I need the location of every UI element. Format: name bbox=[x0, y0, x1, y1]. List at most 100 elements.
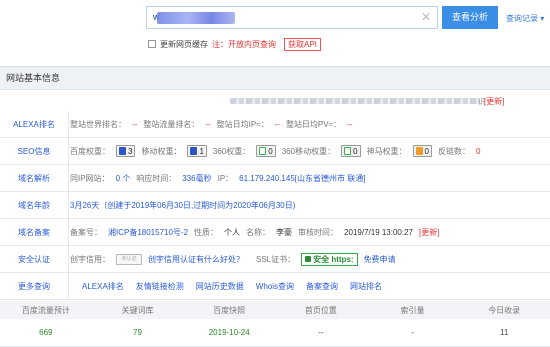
daily-pv-value: -- bbox=[347, 119, 353, 129]
row-security: 安全认证 创宇信用： 未认证 创宇信用认证有什么好处？ SSL证书： 安全 ht… bbox=[0, 246, 550, 273]
update-cache-checkbox[interactable] bbox=[148, 40, 156, 48]
world-rank-value: -- bbox=[132, 119, 138, 129]
table-cell: -- bbox=[318, 328, 324, 337]
same-ip-value[interactable]: 0 个 bbox=[116, 173, 131, 184]
shenma-weight-value: 0 bbox=[424, 146, 429, 156]
baidu-paw-icon bbox=[190, 147, 198, 155]
row-icp: 域名备案 备案号： 湘ICP备18015710号-2 性质： 个人 名称： 李豪… bbox=[0, 219, 550, 246]
baidu-paw-icon bbox=[119, 147, 126, 155]
row-alexa: ALEXA排名 整站世界排名： -- 整站流量排名： -- 整站日均IP≈： -… bbox=[0, 111, 550, 138]
icp-type-key: 性质： bbox=[194, 227, 219, 237]
icp-update-link[interactable]: [更新] bbox=[419, 227, 439, 238]
lock-icon bbox=[305, 256, 312, 262]
search-options: 更新网页缓存 注：开放内页查询 获取API bbox=[148, 37, 321, 51]
traffic-rank-value: -- bbox=[205, 119, 211, 129]
s360-icon bbox=[259, 147, 267, 155]
shenma-weight-badge[interactable]: 0 bbox=[412, 145, 432, 157]
baidu-weight-key: 百度权重： bbox=[70, 146, 110, 156]
backlink-value[interactable]: 0 bbox=[476, 147, 480, 156]
row-domain-age: 域名年龄 3月26天（创建于2019年06月30日,过期时间为2020年06月3… bbox=[0, 192, 550, 219]
column-header: 首页位置 bbox=[304, 305, 337, 315]
record-link-label: 查询记录 bbox=[506, 14, 538, 23]
search-input[interactable]: w ✕ bbox=[146, 6, 438, 29]
column-header: 百度流量预计 bbox=[21, 305, 70, 315]
ssl-apply-link[interactable]: 免费申请 bbox=[364, 254, 396, 265]
s360-weight-key: 360权重： bbox=[212, 146, 251, 156]
ip-key: IP： bbox=[217, 173, 234, 183]
row-label[interactable]: 域名解析 bbox=[0, 165, 68, 191]
close-icon[interactable]: ✕ bbox=[421, 10, 431, 24]
ssl-key: SSL证书： bbox=[256, 254, 296, 264]
column-header: 百度快照 bbox=[213, 305, 246, 315]
table-cell[interactable]: 669 bbox=[0, 319, 92, 346]
row-dns: 域名解析 同IP网站： 0 个 响应时间： 336毫秒 IP： 61.179.2… bbox=[0, 165, 550, 192]
response-time-key: 响应时间： bbox=[136, 173, 177, 183]
icp-time-value: 2019/7/19 13:00:27 bbox=[344, 227, 413, 237]
table-cell[interactable]: 11 bbox=[458, 319, 550, 346]
domain-age-value: 3月26天（创建于2019年06月30日,过期时间为2020年06月30日) bbox=[70, 200, 296, 210]
baidu-weight-badge[interactable]: 3 bbox=[116, 145, 136, 157]
row-label[interactable]: 域名年龄 bbox=[0, 192, 68, 218]
icp-name-value: 李豪 bbox=[276, 227, 293, 237]
more-link-rank[interactable]: 网站排名 bbox=[350, 281, 382, 292]
section-title: 网站基本信息 bbox=[0, 66, 550, 90]
daily-ip-key: 整站日均IP≈： bbox=[216, 119, 269, 129]
row-label[interactable]: SEO信息 bbox=[0, 138, 68, 164]
more-link-whois[interactable]: Whois查询 bbox=[256, 281, 294, 292]
backlink-key: 反链数： bbox=[437, 146, 470, 156]
mobile-weight-value: 1 bbox=[199, 146, 204, 156]
redacted-description bbox=[230, 98, 480, 104]
ssl-badge-label: 安全 https: bbox=[313, 254, 354, 264]
chevron-down-icon: ▾ bbox=[540, 14, 545, 23]
trust-info-link[interactable]: 创宇信用认证有什么好处？ bbox=[148, 254, 244, 265]
mobile-weight-badge[interactable]: 1 bbox=[187, 145, 207, 157]
table-cell[interactable]: 79 bbox=[92, 319, 184, 346]
s360-weight-value: 0 bbox=[268, 146, 273, 156]
ssl-badge[interactable]: 安全 https: bbox=[301, 252, 358, 266]
trust-badge[interactable]: 未认证 bbox=[116, 253, 142, 265]
ip-value[interactable]: 61.179.240.145[山东省德州市 联通] bbox=[239, 173, 365, 184]
more-link-icp[interactable]: 备案查询 bbox=[306, 281, 338, 292]
column-header: 关键词库 bbox=[121, 305, 154, 315]
record-link[interactable]: 查询记录 ▾ bbox=[506, 13, 544, 24]
more-link-history[interactable]: 网站历史数据 bbox=[196, 281, 244, 292]
update-cache-label: 更新网页缓存 bbox=[160, 39, 208, 49]
table-header: 百度流量预计 关键词库 百度快照 首页位置 索引量 今日收录 bbox=[0, 301, 550, 319]
icp-time-key: 审核时间： bbox=[298, 227, 339, 237]
more-link-friendlinks[interactable]: 友情链接检测 bbox=[136, 281, 184, 292]
s360-mobile-weight-badge[interactable]: 0 bbox=[341, 145, 361, 157]
table-cell: - bbox=[411, 328, 414, 337]
more-link-alexa[interactable]: ALEXA排名 bbox=[82, 281, 124, 292]
row-label[interactable]: ALEXA排名 bbox=[0, 111, 68, 137]
icp-number-value[interactable]: 湘ICP备18015710号-2 bbox=[108, 227, 188, 238]
site-description bbox=[230, 96, 480, 106]
search-button[interactable]: 查看分析 bbox=[442, 6, 498, 29]
row-seo: SEO信息 百度权重： 3 移动权重： 1 360权重： 0 360移动权重： … bbox=[0, 138, 550, 165]
trust-key: 创宇信用： bbox=[70, 254, 110, 264]
s360-weight-badge[interactable]: 0 bbox=[256, 145, 276, 157]
icp-number-key: 备案号： bbox=[70, 227, 102, 237]
options-note: 注：开放内页查询 bbox=[212, 39, 276, 49]
s360-mobile-weight-key: 360移动权重： bbox=[281, 146, 336, 156]
stats-table: 百度流量预计 关键词库 百度快照 首页位置 索引量 今日收录 669 79 20… bbox=[0, 301, 550, 347]
response-time-value: 336毫秒 bbox=[182, 173, 212, 183]
daily-ip-value: -- bbox=[274, 119, 280, 129]
table-cell[interactable]: 2019-10-24 bbox=[183, 319, 275, 346]
s360-mobile-weight-value: 0 bbox=[353, 146, 358, 156]
s360-icon bbox=[344, 147, 352, 155]
get-api-button[interactable]: 获取API bbox=[284, 37, 321, 51]
row-label[interactable]: 更多查询 bbox=[0, 273, 68, 299]
redacted-url bbox=[157, 12, 235, 24]
shenma-icon bbox=[415, 147, 423, 155]
icp-type-value: 个人 bbox=[224, 227, 241, 237]
world-rank-key: 整站世界排名： bbox=[70, 119, 126, 129]
table-row: 669 79 2019-10-24 -- - 11 bbox=[0, 319, 550, 347]
column-header: 今日收录 bbox=[488, 305, 521, 315]
daily-pv-key: 整站日均PV≈： bbox=[285, 119, 341, 129]
description-update-link[interactable]: [更新] bbox=[484, 96, 504, 107]
row-label[interactable]: 安全认证 bbox=[0, 246, 68, 272]
mobile-weight-key: 移动权重： bbox=[141, 146, 182, 156]
same-ip-key: 同IP网站： bbox=[70, 173, 110, 183]
row-label[interactable]: 域名备案 bbox=[0, 219, 68, 245]
row-more: 更多查询 ALEXA排名 友情链接检测 网站历史数据 Whois查询 备案查询 … bbox=[0, 273, 550, 300]
